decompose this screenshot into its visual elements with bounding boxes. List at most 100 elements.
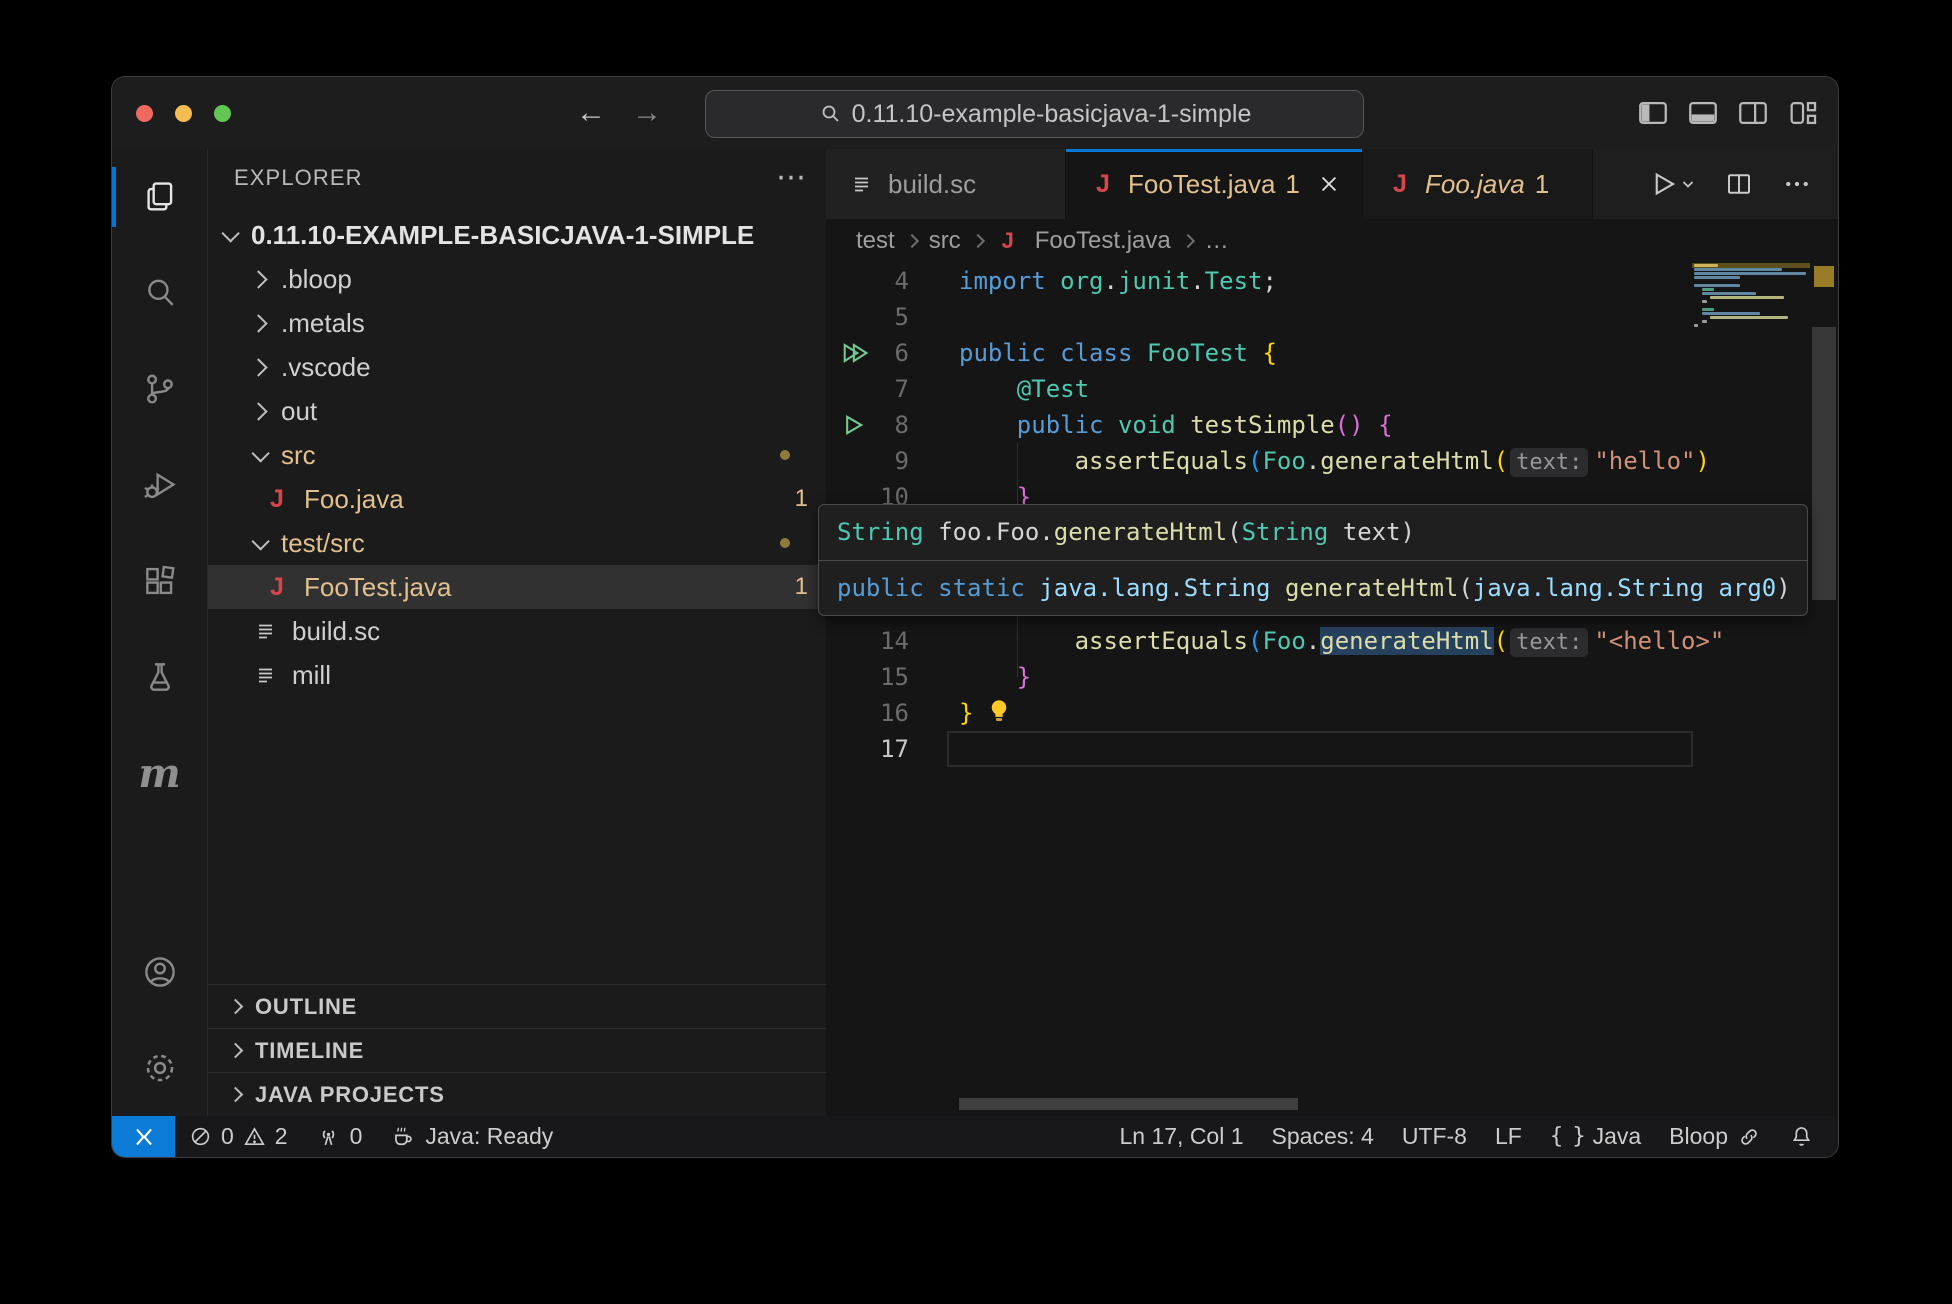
close-window-button[interactable]	[136, 105, 153, 122]
code-text: public class FooTest {	[959, 335, 1277, 371]
code-line-8[interactable]: 8 public void testSimple() {	[826, 407, 1692, 443]
activity-item-accounts[interactable]	[112, 924, 207, 1020]
tab-build-sc[interactable]: build.sc	[826, 149, 1066, 219]
git-modified-dot	[780, 538, 790, 548]
activity-item-metals[interactable]: m	[112, 725, 207, 821]
accounts-icon	[141, 953, 179, 991]
code-line-4[interactable]: 4import org.junit.Test;	[826, 263, 1692, 299]
status-item-problems[interactable]: 02	[175, 1116, 302, 1157]
lightbulb-icon[interactable]	[985, 697, 1013, 725]
code-line-14[interactable]: 14 assertEquals(Foo.generateHtml(text:"<…	[826, 623, 1692, 659]
toggle-panel-icon[interactable]	[1682, 92, 1724, 134]
status-item-eol[interactable]: LF	[1481, 1116, 1536, 1157]
code-token	[1104, 411, 1118, 439]
activity-item-settings[interactable]	[112, 1020, 207, 1116]
code-token: java.lang.String	[1473, 574, 1704, 602]
tree-item-src[interactable]: src	[208, 433, 826, 477]
navigate-back-button[interactable]: ←	[576, 98, 606, 128]
activity-item-extensions[interactable]	[112, 533, 207, 629]
toggle-sidebar-icon[interactable]	[1632, 92, 1674, 134]
code-editor[interactable]: 4import org.junit.Test;56public class Fo…	[826, 263, 1838, 1116]
remote-indicator[interactable]	[112, 1116, 175, 1157]
code-token: generateHtml	[1320, 627, 1493, 655]
gutter-run-icon[interactable]	[839, 407, 879, 443]
code-line-5[interactable]: 5	[826, 299, 1692, 335]
close-icon[interactable]	[1318, 173, 1340, 195]
horizontal-scrollbar-thumb[interactable]	[959, 1098, 1298, 1110]
activity-item-run-and-debug[interactable]	[112, 437, 207, 533]
breadcrumb-item[interactable]: …	[1205, 227, 1229, 255]
tree-item-mill[interactable]: mill	[208, 653, 826, 697]
hover-tooltip: String foo.Foo.generateHtml(String text)…	[818, 504, 1808, 616]
customize-layout-icon[interactable]	[1782, 92, 1824, 134]
code-line-9[interactable]: 9 assertEquals(Foo.generateHtml(text:"he…	[826, 443, 1692, 479]
tab-footest-java[interactable]: JFooTest.java1	[1066, 149, 1363, 219]
code-token: FooTest	[1147, 339, 1248, 367]
chevron-right-icon	[249, 358, 267, 376]
activity-item-source-control[interactable]	[112, 341, 207, 437]
screen: ← → 0.11.10-example-basicjava-1-simple	[0, 0, 1952, 1304]
tree-item-build-sc[interactable]: build.sc	[208, 609, 826, 653]
status-item-encoding[interactable]: UTF-8	[1388, 1116, 1481, 1157]
split-editor-icon[interactable]	[1724, 169, 1754, 199]
status-item-language-mode[interactable]: { }Java	[1536, 1116, 1655, 1157]
status-item-bloop[interactable]: Bloop	[1655, 1116, 1775, 1157]
breadcrumb-item[interactable]: test	[856, 227, 895, 255]
minimap-line	[1702, 320, 1707, 323]
chevron-right-icon	[971, 234, 985, 248]
tree-item-label: mill	[292, 660, 331, 691]
status-item-indentation[interactable]: Spaces: 4	[1258, 1116, 1388, 1157]
line-number: 15	[826, 659, 909, 695]
vertical-scrollbar-thumb[interactable]	[1812, 327, 1836, 600]
activity-item-testing[interactable]	[112, 629, 207, 725]
status-item-ports[interactable]: 0	[302, 1116, 377, 1157]
breadcrumb-item[interactable]: src	[929, 227, 961, 255]
tree-item-foo-java[interactable]: JFoo.java1	[208, 477, 826, 521]
code-line-16[interactable]: 16}	[826, 695, 1692, 731]
tree-item--vscode[interactable]: .vscode	[208, 345, 826, 389]
tab-problems-badge: 1	[1535, 169, 1549, 200]
section-header-outline[interactable]: OUTLINE	[208, 984, 826, 1028]
code-token	[959, 627, 1075, 655]
section-header-timeline[interactable]: TIMELINE	[208, 1028, 826, 1072]
tree-item--bloop[interactable]: .bloop	[208, 257, 826, 301]
tab-label: build.sc	[888, 169, 976, 200]
status-item-cursor-position[interactable]: Ln 17, Col 1	[1105, 1116, 1257, 1157]
minimize-window-button[interactable]	[175, 105, 192, 122]
code-line-15[interactable]: 15 }	[826, 659, 1692, 695]
status-item-notifications[interactable]	[1775, 1116, 1828, 1157]
tree-item-out[interactable]: out	[208, 389, 826, 433]
zoom-window-button[interactable]	[214, 105, 231, 122]
code-text: import org.junit.Test;	[959, 263, 1277, 299]
section-header-java-projects[interactable]: JAVA PROJECTS	[208, 1072, 826, 1116]
run-or-debug-button[interactable]	[1648, 169, 1696, 199]
line-number: 9	[826, 443, 909, 479]
status-item-java-status[interactable]: Java: Ready	[376, 1116, 567, 1157]
activity-item-search[interactable]	[112, 245, 207, 341]
split-editor-layout-icon[interactable]	[1732, 92, 1774, 134]
code-line-17[interactable]: 17	[826, 731, 1692, 767]
breadcrumb-item[interactable]: FooTest.java	[1035, 227, 1171, 255]
tab-label: FooTest.java	[1128, 169, 1275, 200]
code-token: String	[837, 518, 924, 546]
vertical-scrollbar[interactable]	[1810, 263, 1838, 1116]
minimap-line	[1710, 316, 1788, 319]
status-text: Java: Ready	[425, 1123, 553, 1150]
command-center-search[interactable]: 0.11.10-example-basicjava-1-simple	[705, 90, 1364, 138]
navigate-forward-button[interactable]: →	[632, 98, 662, 128]
more-actions-icon[interactable]	[1782, 169, 1812, 199]
tree-item-label: .bloop	[281, 264, 352, 295]
code-line-7[interactable]: 7 @Test	[826, 371, 1692, 407]
minimap-line	[1694, 264, 1718, 267]
tree-item-footest-java[interactable]: JFooTest.java1	[208, 565, 826, 609]
minimap-line	[1702, 312, 1760, 315]
tree-item--metals[interactable]: .metals	[208, 301, 826, 345]
code-line-6[interactable]: 6public class FooTest {	[826, 335, 1692, 371]
gutter-run-all-icon[interactable]	[839, 335, 879, 371]
tab-foo-java[interactable]: JFoo.java1	[1363, 149, 1593, 219]
link-icon	[1737, 1125, 1761, 1149]
tree-item-test-src[interactable]: test/src	[208, 521, 826, 565]
tree-item-0-11-10-example-basicjava-1-simple[interactable]: 0.11.10-EXAMPLE-BASICJAVA-1-SIMPLE	[208, 213, 826, 257]
activity-item-explorer[interactable]	[112, 149, 207, 245]
code-token: .	[1306, 447, 1320, 475]
